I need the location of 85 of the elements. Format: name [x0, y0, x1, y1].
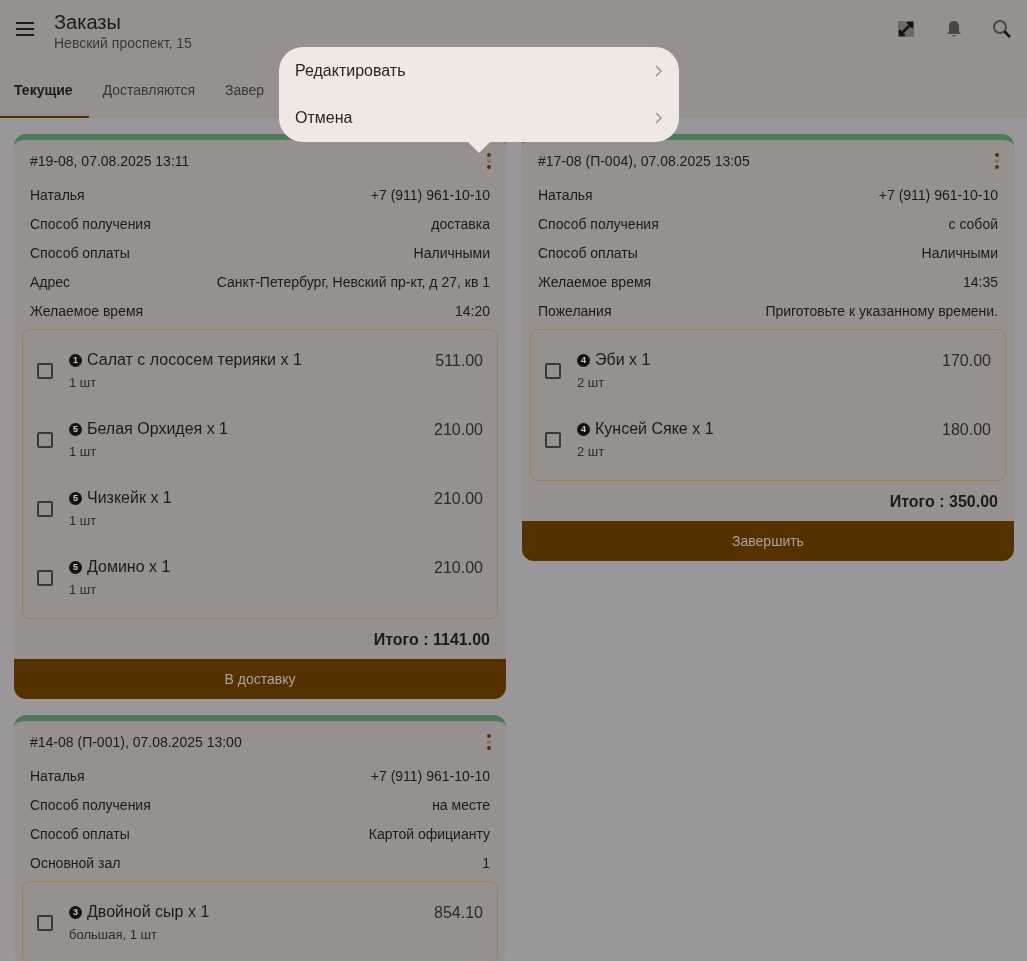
item-name: Чизкейк x 1	[87, 489, 172, 507]
checkbox[interactable]	[545, 362, 561, 379]
number-badge: 5	[69, 491, 82, 505]
action-button[interactable]: В доставку	[14, 659, 506, 699]
item-name: Белая Орхидея x 1	[87, 420, 228, 438]
item-price: 210.00	[434, 490, 483, 508]
item-details: 1 шт	[69, 513, 98, 528]
item-details: 1 шт	[69, 375, 98, 390]
menu-icon[interactable]	[16, 22, 34, 36]
field-value: Приготовьте к указанному времени.	[765, 302, 998, 319]
item-details: большая, 1 шт	[69, 927, 158, 942]
more-options-icon[interactable]	[486, 152, 492, 170]
checkbox[interactable]	[37, 500, 53, 517]
item-details: 2 шт	[577, 375, 606, 390]
checkbox[interactable]	[37, 362, 53, 379]
number-badge: 3	[69, 905, 82, 919]
item-name: Домино x 1	[87, 558, 171, 576]
tab[interactable]: Доставляются	[88, 64, 211, 118]
tab[interactable]: Текущие	[0, 64, 89, 118]
field-value: 14:35	[962, 273, 998, 290]
item-price: 180.00	[942, 421, 991, 439]
order-header: #14-08 (П-001), 07.08.2025 13:00	[30, 734, 242, 750]
search-icon[interactable]	[991, 18, 1013, 40]
field-label: Способ оплаты	[538, 244, 638, 261]
field-label: Способ получения	[30, 215, 151, 232]
chevron-right-icon	[655, 112, 663, 125]
order-total: Итого : 1141.00	[372, 630, 491, 650]
action-button[interactable]: Завершить	[522, 521, 1014, 561]
expand-arrows-icon[interactable]	[895, 18, 917, 40]
number-badge: 4	[577, 422, 590, 436]
order-header: #19-08, 07.08.2025 13:11	[30, 153, 190, 169]
field-value: +7 (911) 961-10-10	[370, 186, 490, 203]
number-badge: 5	[69, 422, 82, 436]
field-value: +7 (911) 961-10-10	[878, 186, 998, 203]
field-value: Картой официанту	[368, 825, 490, 842]
field-label: Желаемое время	[30, 302, 144, 319]
field-label: Способ получения	[30, 796, 151, 813]
checkbox[interactable]	[37, 569, 53, 586]
number-badge: 4	[577, 353, 590, 367]
menu-item[interactable]: Редактировать	[279, 47, 679, 95]
field-value: +7 (911) 961-10-10	[370, 767, 490, 784]
field-label: Наталья	[30, 186, 85, 203]
item-name: Двойной сыр x 1	[87, 903, 210, 921]
number-badge: 5	[69, 560, 82, 574]
field-value: доставка	[431, 215, 490, 232]
tab[interactable]: Завер	[211, 64, 281, 118]
field-value: 1	[482, 854, 490, 871]
field-label: Способ оплаты	[30, 244, 130, 261]
item-details: 2 шт	[577, 444, 606, 459]
item-details: 1 шт	[69, 444, 98, 459]
menu-item[interactable]: Отмена	[279, 94, 679, 142]
field-value: Санкт-Петербург, Невский пр-кт, д 27, кв 1	[216, 273, 490, 290]
field-label: Желаемое время	[538, 273, 652, 290]
more-options-icon[interactable]	[486, 733, 492, 751]
number-badge: 1	[69, 353, 82, 367]
field-label: Основной зал	[30, 854, 121, 871]
item-details: 1 шт	[69, 582, 98, 597]
item-name: Кунсей Сяке x 1	[595, 420, 714, 438]
more-options-icon[interactable]	[994, 152, 1000, 170]
checkbox[interactable]	[545, 431, 561, 448]
field-value: Наличными	[921, 244, 998, 261]
checkbox[interactable]	[37, 914, 53, 931]
field-value: с собой	[948, 215, 998, 232]
field-label: Пожелания	[538, 302, 612, 319]
field-label: Наталья	[30, 767, 85, 784]
field-value: на месте	[432, 796, 490, 813]
field-value: Наличными	[413, 244, 490, 261]
checkbox[interactable]	[37, 431, 53, 448]
item-name: Салат с лососем терияки x 1	[87, 351, 302, 369]
item-price: 511.00	[435, 352, 483, 370]
item-name: Эби x 1	[595, 351, 651, 369]
page-subtitle: Невский проспект, 15	[54, 34, 192, 52]
field-label: Наталья	[538, 186, 593, 203]
item-price: 210.00	[434, 559, 483, 577]
field-value: 14:20	[454, 302, 490, 319]
order-total: Итого : 350.00	[888, 492, 999, 512]
item-price: 854.10	[434, 904, 483, 922]
field-label: Адрес	[30, 273, 71, 290]
order-header: #17-08 (П-004), 07.08.2025 13:05	[538, 153, 750, 169]
field-label: Способ оплаты	[30, 825, 130, 842]
item-price: 210.00	[434, 421, 483, 439]
page-title: Заказы	[54, 10, 122, 34]
chevron-right-icon	[655, 64, 663, 77]
field-label: Способ получения	[538, 215, 659, 232]
item-price: 170.00	[942, 352, 991, 370]
